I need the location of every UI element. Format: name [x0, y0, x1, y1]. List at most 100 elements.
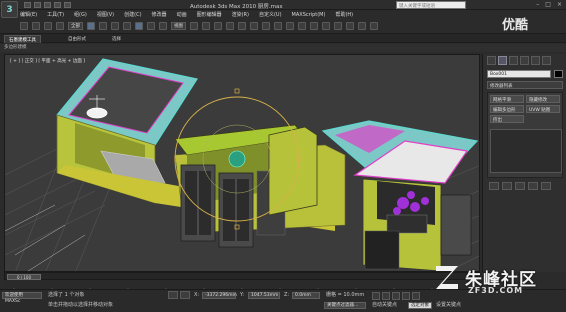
maxscript-listener[interactable]: 欢迎使用 MAXSc — [2, 292, 42, 304]
pin-stack-icon[interactable] — [489, 182, 499, 190]
render-setup-icon[interactable] — [346, 22, 354, 30]
track-bar[interactable] — [4, 281, 480, 292]
render-icon[interactable] — [370, 22, 378, 30]
menu-views[interactable]: 视图(V) — [97, 12, 114, 18]
tab-freeform[interactable]: 自由形式 — [64, 35, 90, 43]
modifier-stack-list[interactable] — [490, 129, 562, 173]
maximize-icon[interactable]: □ — [545, 1, 551, 8]
previous-frame-icon[interactable] — [382, 292, 390, 300]
modifier-stack-row[interactable]: 挤出 — [490, 115, 524, 123]
search-input[interactable]: 键入关键字或短语 — [396, 1, 466, 9]
subbar-label[interactable]: 多边形建模 — [4, 45, 27, 51]
menu-rendering[interactable]: 渲染(R) — [232, 12, 249, 18]
select-object-icon[interactable] — [87, 22, 95, 30]
go-to-end-icon[interactable] — [412, 292, 420, 300]
percent-snap-icon[interactable] — [238, 22, 246, 30]
play-icon[interactable] — [392, 292, 400, 300]
create-tab-icon[interactable] — [487, 56, 496, 65]
time-slider-knob[interactable]: 0 / 100 — [7, 274, 41, 280]
hierarchy-tab-icon[interactable] — [509, 56, 518, 65]
perspective-viewport[interactable]: [ + ] [ 正交 ] [ 平面 + 高光 + 边面 ] — [4, 54, 480, 272]
save-file-icon[interactable] — [44, 2, 51, 8]
spinner-snap-icon[interactable] — [250, 22, 258, 30]
named-selection-icon[interactable] — [262, 22, 270, 30]
make-unique-icon[interactable] — [515, 182, 525, 190]
curve-editor-icon[interactable] — [310, 22, 318, 30]
material-editor-icon[interactable] — [334, 22, 342, 30]
y-coordinate-field[interactable]: 1047.53mm — [248, 292, 280, 299]
time-slider[interactable]: 0 / 100 — [4, 272, 480, 280]
redo-button[interactable] — [32, 22, 40, 30]
modifier-stack-row[interactable]: 网格平滑 — [490, 95, 524, 103]
mirror-icon[interactable] — [274, 22, 282, 30]
window-crossing-icon[interactable] — [123, 22, 131, 30]
pivot-icon[interactable] — [190, 22, 198, 30]
z-label: Z: — [284, 292, 290, 298]
viewport-label[interactable]: [ + ] [ 正交 ] [ 平面 + 高光 + 边面 ] — [10, 58, 85, 64]
add-time-tag-button[interactable]: 关键点过滤器... — [324, 302, 366, 309]
link-icon[interactable] — [44, 22, 52, 30]
utilities-tab-icon[interactable] — [542, 56, 551, 65]
modify-tab-icon[interactable] — [498, 56, 507, 65]
x-coordinate-field[interactable]: -3372.296mm — [202, 292, 237, 299]
display-tab-icon[interactable] — [531, 56, 540, 65]
graphite-ribbon: 石墨建模工具 自由形式 选择 — [0, 33, 566, 43]
main-toolbar: 全部 视图 — [20, 20, 490, 32]
menu-help[interactable]: 帮助(H) — [335, 12, 353, 18]
object-name-field[interactable]: Box001 — [487, 70, 551, 78]
menu-maxscript[interactable]: MAXScript(M) — [292, 12, 326, 18]
snap-icon[interactable] — [214, 22, 222, 30]
lock-selection-icon[interactable] — [168, 291, 178, 299]
show-end-result-icon[interactable] — [502, 182, 512, 190]
minimize-icon[interactable]: – — [536, 1, 539, 8]
new-file-icon[interactable] — [24, 2, 31, 8]
transform-mode-icon[interactable] — [180, 291, 190, 299]
menu-customize[interactable]: 自定义(U) — [259, 12, 282, 18]
select-by-name-icon[interactable] — [99, 22, 107, 30]
angle-snap-icon[interactable] — [226, 22, 234, 30]
undo-button[interactable] — [20, 22, 28, 30]
application-button[interactable]: 3 — [1, 1, 18, 18]
menu-modifiers[interactable]: 修改器 — [152, 12, 167, 18]
remove-modifier-icon[interactable] — [528, 182, 538, 190]
rotate-icon[interactable] — [147, 22, 155, 30]
align-icon[interactable] — [286, 22, 294, 30]
layer-manager-icon[interactable] — [298, 22, 306, 30]
setkey-label[interactable]: 设置关键点 — [436, 303, 461, 308]
next-frame-icon[interactable] — [402, 292, 410, 300]
unlink-icon[interactable] — [56, 22, 64, 30]
move-icon[interactable] — [135, 22, 143, 30]
undo-icon[interactable] — [54, 2, 61, 8]
menu-animation[interactable]: 动画 — [177, 12, 187, 18]
open-file-icon[interactable] — [34, 2, 41, 8]
rect-selection-icon[interactable] — [111, 22, 119, 30]
redo-icon[interactable] — [64, 2, 71, 8]
tab-selection[interactable]: 选择 — [108, 35, 125, 43]
z-coordinate-field[interactable]: 0.0mm — [292, 292, 320, 299]
reference-coord-dropdown[interactable]: 视图 — [171, 22, 186, 30]
menu-tools[interactable]: 工具(T) — [47, 12, 64, 18]
modifier-list-dropdown[interactable]: 修改器列表 — [487, 81, 563, 89]
configure-modifier-sets-icon[interactable] — [541, 182, 551, 190]
autokey-label[interactable]: 自动关键点 — [372, 303, 397, 308]
schematic-view-icon[interactable] — [322, 22, 330, 30]
prompt-hint: 单击并拖动以选择并移动对象 — [48, 302, 114, 308]
selection-filter-dropdown[interactable]: 全部 — [68, 22, 83, 30]
motion-tab-icon[interactable] — [520, 56, 529, 65]
modifier-stack-row[interactable]: 隐藏修改 — [526, 95, 560, 103]
menu-create[interactable]: 创建(C) — [124, 12, 141, 18]
modifier-stack-row[interactable]: 编辑多边形 — [490, 105, 524, 113]
object-color-swatch[interactable] — [554, 70, 563, 78]
stack-controls — [489, 182, 551, 190]
menu-group[interactable]: 组(G) — [74, 12, 87, 18]
render-frame-icon[interactable] — [358, 22, 366, 30]
key-filter-dropdown[interactable]: 选定对象 — [408, 302, 432, 309]
menu-edit[interactable]: 编辑(E) — [20, 12, 37, 18]
close-icon[interactable]: × — [557, 1, 562, 8]
tab-graphite-modeling[interactable]: 石墨建模工具 — [4, 35, 41, 43]
scale-icon[interactable] — [159, 22, 167, 30]
go-to-start-icon[interactable] — [372, 292, 380, 300]
modifier-stack-row[interactable]: UVW 贴图 — [526, 105, 560, 113]
manipulate-icon[interactable] — [202, 22, 210, 30]
menu-graph-editors[interactable]: 图形编辑器 — [197, 12, 222, 18]
